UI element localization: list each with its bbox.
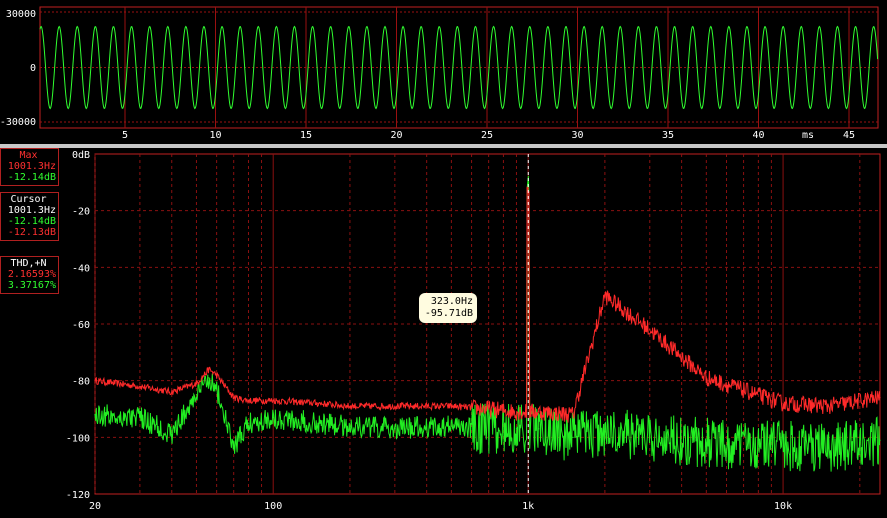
spectrum-x-tick-label: 10k [774, 501, 792, 512]
spectrum-data-point [827, 448, 829, 450]
spectrum-data-point [208, 377, 210, 379]
spectrum-data-point [139, 416, 141, 419]
spectrum-x-tick-label: 1k [522, 501, 534, 512]
spectrum-data-point [538, 428, 540, 430]
spectrum-data-point [139, 385, 141, 387]
spectrum-data-point [450, 425, 452, 427]
pane-splitter[interactable] [0, 144, 887, 148]
spectrum-y-tick-label: -100 [66, 433, 90, 444]
tooltip-level: -95.71dB [424, 308, 473, 319]
spectrum-data-point [317, 402, 319, 404]
spectrum-data-point [233, 448, 235, 450]
spectrum-data-point [233, 397, 235, 399]
spectrum-data-point [272, 416, 274, 419]
waveform-x-tick-label: 25 [481, 130, 493, 141]
spectrum-data-point [604, 295, 606, 297]
cursor-readout-panel: Cursor 1001.3Hz -12.14dB -12.13dB [0, 192, 59, 241]
spectrum-data-point [195, 382, 198, 385]
spectrum-data-point [208, 368, 210, 370]
spectrum-data-point [538, 411, 540, 413]
spectrum-y-tick-label: -60 [72, 320, 90, 331]
spectrum-data-point [879, 439, 881, 441]
spectrum-data-point [705, 442, 707, 444]
waveform-x-tick-label: 15 [300, 130, 312, 141]
waveform-x-tick-label: 40 [752, 130, 764, 141]
spectrum-y-tick-label: 0dB [72, 150, 90, 161]
spectrum-data-point [94, 414, 96, 416]
spectrum-data-point [247, 422, 250, 424]
spectrum-data-point [171, 433, 173, 436]
spectrum-data-point [604, 431, 606, 433]
spectrum-data-point [349, 405, 351, 407]
spectrum-y-tick-label: -120 [66, 490, 90, 501]
waveform-x-tick-label: 10 [209, 130, 221, 141]
spectrum-data-point [94, 380, 96, 382]
waveform-y-tick-label: -30000 [0, 117, 36, 128]
spectrum-data-point [488, 408, 490, 410]
spectrum-data-point [705, 377, 707, 379]
cursor-frequency: 1001.3Hz [7, 205, 56, 216]
spectrum-x-tick-label: 20 [89, 501, 101, 512]
spectrum-x-tick-label: 100 [264, 501, 282, 512]
spectrum-data-point [527, 187, 529, 189]
thd-readout-panel: THD,+N 2.16593% 3.37167% [0, 256, 59, 294]
spectrum-data-point [216, 388, 218, 390]
spectrum-data-point [272, 399, 274, 402]
waveform-x-tick-label: 5 [122, 130, 128, 141]
waveform-y-tick-label: 0 [30, 63, 36, 74]
max-readout-panel: Max 1001.3Hz -12.14dB [0, 148, 59, 186]
cursor-level-red: -12.13dB [7, 227, 56, 238]
spectrum-data-point [394, 428, 396, 430]
cursor-title: Cursor [10, 194, 47, 205]
spectrum-data-point [515, 411, 518, 413]
spectrum-data-point [488, 428, 490, 430]
spectrum-y-tick-label: -20 [72, 207, 90, 218]
waveform-x-tick-label: 20 [390, 130, 402, 141]
spectrum-data-point [171, 391, 173, 393]
waveform-y-tick-label: 30000 [6, 9, 36, 20]
spectrum-data-point [782, 402, 784, 404]
max-level: -12.14dB [7, 172, 56, 183]
spectrum-data-point [349, 425, 351, 427]
spectrum-data-point [782, 445, 784, 447]
waveform-x-tick-label: 35 [662, 130, 674, 141]
hover-tooltip: 323.0Hz -95.71dB [419, 293, 477, 323]
spectrum-data-point [450, 405, 452, 407]
thd-value-green: 3.37167% [7, 280, 56, 291]
waveform-x-tick-label: 45 [843, 130, 855, 141]
waveform-x-unit: ms [802, 130, 814, 141]
spectrum-data-point [827, 405, 829, 407]
spectrum-data-point [247, 399, 250, 402]
tooltip-frequency: 323.0Hz [430, 296, 473, 307]
thd-value-red: 2.16593% [7, 269, 56, 280]
spectrum-data-point [394, 405, 396, 407]
spectrum-data-point [572, 436, 574, 438]
spectrum-data-point [317, 422, 319, 424]
cursor-level-green: -12.14dB [7, 216, 56, 227]
spectrum-data-point [649, 436, 651, 438]
spectrum-data-point [216, 374, 218, 376]
spectrum-data-point [515, 428, 518, 430]
spectrum-data-point [649, 329, 651, 331]
max-title: Max [19, 150, 38, 161]
spectrum-data-point [879, 397, 881, 399]
spectrum-data-point [195, 394, 198, 396]
spectrum-y-tick-label: -40 [72, 263, 90, 274]
spectrum-y-tick-label: -80 [72, 377, 90, 388]
analyzer-window: 5 10 15 20 25 30 35 40 45 30000 0 -30000 ms 0dB -20 -40… [0, 0, 887, 518]
max-frequency: 1001.3Hz [7, 161, 56, 172]
thd-title: THD,+N [10, 258, 47, 269]
analyzer-plots: 5 10 15 20 25 30 35 40 45 30000 0 -30000 ms 0dB -20 -40… [0, 6, 881, 512]
waveform-x-tick-label: 30 [571, 130, 583, 141]
spectrum-data-point [572, 414, 574, 416]
